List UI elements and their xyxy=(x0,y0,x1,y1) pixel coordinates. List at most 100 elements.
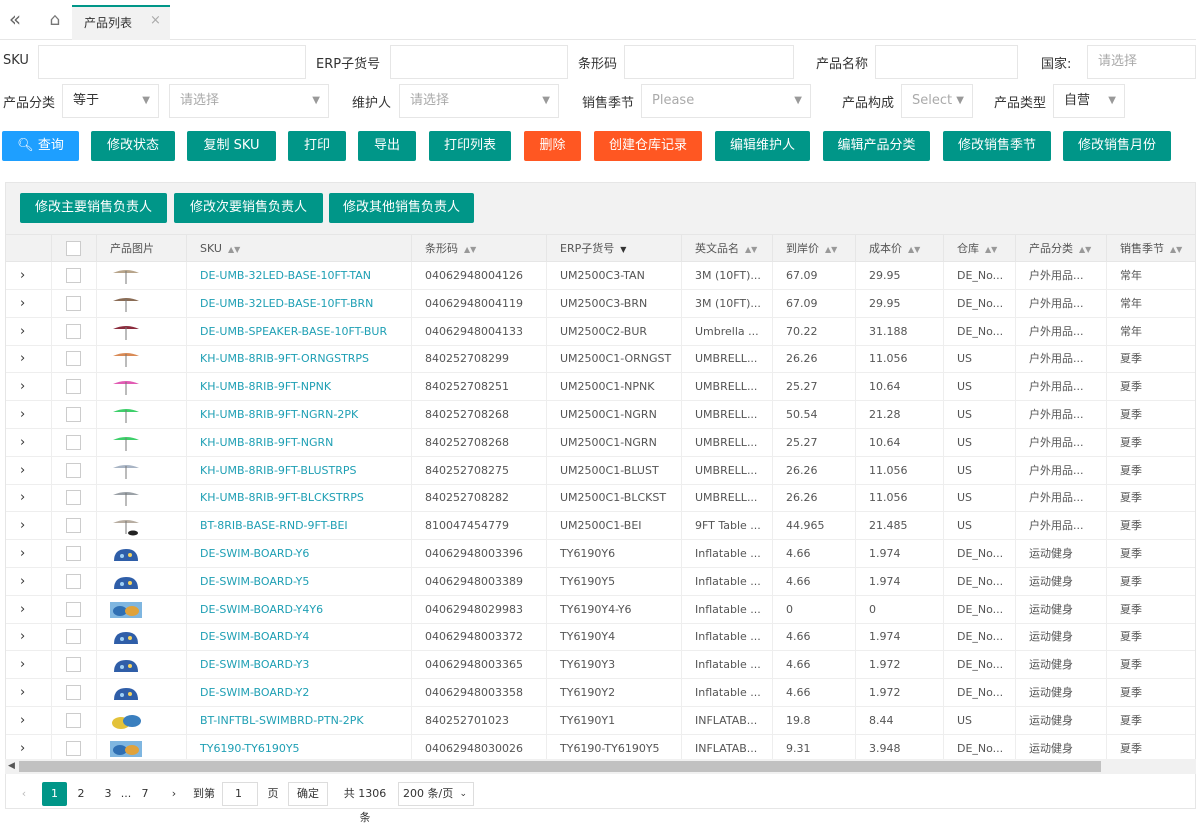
expand-row-icon[interactable]: › xyxy=(20,345,25,372)
product-name-input[interactable] xyxy=(875,45,1018,79)
product-thumbnail[interactable] xyxy=(110,405,142,425)
product-thumbnail[interactable] xyxy=(110,572,142,592)
product-thumbnail[interactable] xyxy=(110,266,142,286)
row-checkbox[interactable] xyxy=(66,629,81,645)
expand-row-icon[interactable]: › xyxy=(20,484,25,511)
sku-cell[interactable]: KH-UMB-8RIB-9FT-NPNK xyxy=(186,373,411,401)
row-checkbox[interactable] xyxy=(66,295,81,311)
col-cost-price[interactable]: 成本价 ▲▼ xyxy=(855,235,943,262)
row-checkbox[interactable] xyxy=(66,462,81,478)
select-all-checkbox[interactable] xyxy=(66,241,81,256)
product-thumbnail[interactable] xyxy=(110,544,142,564)
sku-cell[interactable]: DE-UMB-SPEAKER-BASE-10FT-BUR xyxy=(186,317,411,345)
expand-row-icon[interactable]: › xyxy=(20,623,25,650)
product-thumbnail[interactable] xyxy=(110,711,142,731)
edit-maintainer-button[interactable]: 编辑维护人 xyxy=(715,131,810,161)
confirm-page-button[interactable]: 确定 xyxy=(288,782,328,806)
sku-cell[interactable]: KH-UMB-8RIB-9FT-NGRN xyxy=(186,428,411,456)
sku-cell[interactable]: DE-SWIM-BOARD-Y2 xyxy=(186,679,411,706)
sort-icon[interactable]: ▲▼ xyxy=(825,245,837,254)
expand-row-icon[interactable]: › xyxy=(20,568,25,595)
expand-row-icon[interactable]: › xyxy=(20,457,25,484)
edit-secondary-sales-owner-button[interactable]: 修改次要销售负责人 xyxy=(174,193,323,223)
product-thumbnail[interactable] xyxy=(110,349,142,369)
maintainer-select[interactable]: 请选择 ▼ xyxy=(399,84,559,118)
table-row[interactable]: › DE-UMB-32LED-BASE-10FT-TAN 0406294800412… xyxy=(6,262,1195,290)
table-row[interactable]: › DE-SWIM-BOARD-Y4Y6 04062948029983 TY6190Y… xyxy=(6,595,1195,624)
close-icon[interactable]: × xyxy=(150,13,161,28)
expand-row-icon[interactable]: › xyxy=(20,512,25,539)
table-row[interactable]: › DE-SWIM-BOARD-Y5 04062948003389 TY6190Y5 I… xyxy=(6,567,1195,596)
horizontal-scrollbar[interactable]: ◀ xyxy=(5,759,1196,774)
sku-cell[interactable]: TY6190-TY6190Y5 xyxy=(186,734,411,762)
sort-icon[interactable]: ▲▼ xyxy=(464,245,476,254)
tab-product-list[interactable]: 产品列表 × xyxy=(72,5,170,40)
collapse-sidebar-icon[interactable]: « xyxy=(0,0,30,40)
expand-row-icon[interactable]: › xyxy=(20,707,25,734)
print-list-button[interactable]: 打印列表 xyxy=(429,131,511,161)
edit-primary-sales-owner-button[interactable]: 修改主要销售负责人 xyxy=(20,193,167,223)
table-row[interactable]: › KH-UMB-8RIB-9FT-NPNK 840252708251 UM2500C… xyxy=(6,373,1195,402)
season-select[interactable]: Please ▼ xyxy=(641,84,811,118)
table-row[interactable]: › KH-UMB-8RIB-9FT-ORNGSTRPS 840252708299 UM… xyxy=(6,345,1195,374)
sort-icon[interactable]: ▲▼ xyxy=(1079,245,1091,254)
product-thumbnail[interactable] xyxy=(110,739,142,759)
sku-cell[interactable]: DE-SWIM-BOARD-Y4Y6 xyxy=(186,595,411,623)
product-thumbnail[interactable] xyxy=(110,461,142,481)
col-erp[interactable]: ERP子货号 ▼ xyxy=(546,235,681,262)
product-type-select[interactable]: 自营 ▼ xyxy=(1053,84,1125,118)
sku-cell[interactable]: BT-8RIB-BASE-RND-9FT-BEI xyxy=(186,512,411,540)
home-icon[interactable]: ⌂ xyxy=(40,0,70,40)
product-thumbnail[interactable] xyxy=(110,294,142,314)
expand-row-icon[interactable]: › xyxy=(20,651,25,678)
col-category[interactable]: 产品分类 ▲▼ xyxy=(1015,235,1106,262)
edit-category-button[interactable]: 编辑产品分类 xyxy=(823,131,930,161)
sku-cell[interactable]: DE-SWIM-BOARD-Y3 xyxy=(186,651,411,679)
expand-row-icon[interactable]: › xyxy=(20,318,25,345)
scrollbar-thumb[interactable] xyxy=(19,761,1101,772)
barcode-input[interactable] xyxy=(624,45,794,79)
row-checkbox[interactable] xyxy=(66,490,81,506)
product-thumbnail[interactable] xyxy=(110,433,142,453)
edit-season-button[interactable]: 修改销售季节 xyxy=(943,131,1051,161)
product-thumbnail[interactable] xyxy=(110,488,142,508)
erp-input[interactable] xyxy=(390,45,568,79)
table-row[interactable]: › DE-SWIM-BOARD-Y3 04062948003365 TY6190Y3 I… xyxy=(6,651,1195,680)
product-thumbnail[interactable] xyxy=(110,627,142,647)
row-checkbox[interactable] xyxy=(66,268,81,283)
sku-input[interactable] xyxy=(38,45,306,79)
row-checkbox[interactable] xyxy=(66,518,81,534)
row-checkbox[interactable] xyxy=(66,351,81,367)
row-checkbox[interactable] xyxy=(66,407,81,422)
expand-row-icon[interactable]: › xyxy=(20,679,25,706)
edit-other-sales-owner-button[interactable]: 修改其他销售负责人 xyxy=(329,193,474,223)
sku-cell[interactable]: DE-UMB-32LED-BASE-10FT-TAN xyxy=(186,262,411,289)
query-button[interactable]: 🔍︎ 查询 xyxy=(2,131,79,161)
prev-page-icon[interactable]: ‹ xyxy=(17,782,31,806)
table-row[interactable]: › DE-UMB-SPEAKER-BASE-10FT-BUR 04062948004… xyxy=(6,317,1195,346)
edit-status-button[interactable]: 修改状态 xyxy=(91,131,175,161)
create-warehouse-record-button[interactable]: 创建仓库记录 xyxy=(594,131,702,161)
row-checkbox[interactable] xyxy=(66,601,81,617)
sort-icon[interactable]: ▲▼ xyxy=(745,245,757,254)
table-row[interactable]: › DE-SWIM-BOARD-Y6 04062948003396 TY6190Y6 I… xyxy=(6,540,1195,568)
category-operator-select[interactable]: 等于 ▼ xyxy=(62,84,159,118)
row-checkbox[interactable] xyxy=(66,379,81,395)
product-thumbnail[interactable] xyxy=(110,683,142,703)
sku-cell[interactable]: KH-UMB-8RIB-9FT-ORNGSTRPS xyxy=(186,345,411,373)
table-row[interactable]: › KH-UMB-8RIB-9FT-BLUSTRPS 840252708275 UM2… xyxy=(6,456,1195,485)
page-3[interactable]: 3 xyxy=(99,782,117,806)
sku-cell[interactable]: DE-SWIM-BOARD-Y6 xyxy=(186,540,411,567)
col-english-name[interactable]: 英文品名 ▲▼ xyxy=(681,235,772,262)
sku-cell[interactable]: DE-UMB-32LED-BASE-10FT-BRN xyxy=(186,289,411,317)
col-sku[interactable]: SKU ▲▼ xyxy=(186,235,411,262)
table-row[interactable]: › DE-UMB-32LED-BASE-10FT-BRN 0406294800411… xyxy=(6,289,1195,318)
table-row[interactable]: › BT-INFTBL-SWIMBRD-PTN-2PK 840252701023 TY… xyxy=(6,706,1195,735)
page-number-input[interactable]: 1 xyxy=(222,782,258,806)
row-checkbox[interactable] xyxy=(66,434,81,450)
col-landed-price[interactable]: 到岸价 ▲▼ xyxy=(772,235,855,262)
expand-row-icon[interactable]: › xyxy=(20,429,25,456)
expand-row-icon[interactable]: › xyxy=(20,290,25,317)
row-checkbox[interactable] xyxy=(66,740,81,756)
sort-icon[interactable]: ▲▼ xyxy=(985,245,997,254)
